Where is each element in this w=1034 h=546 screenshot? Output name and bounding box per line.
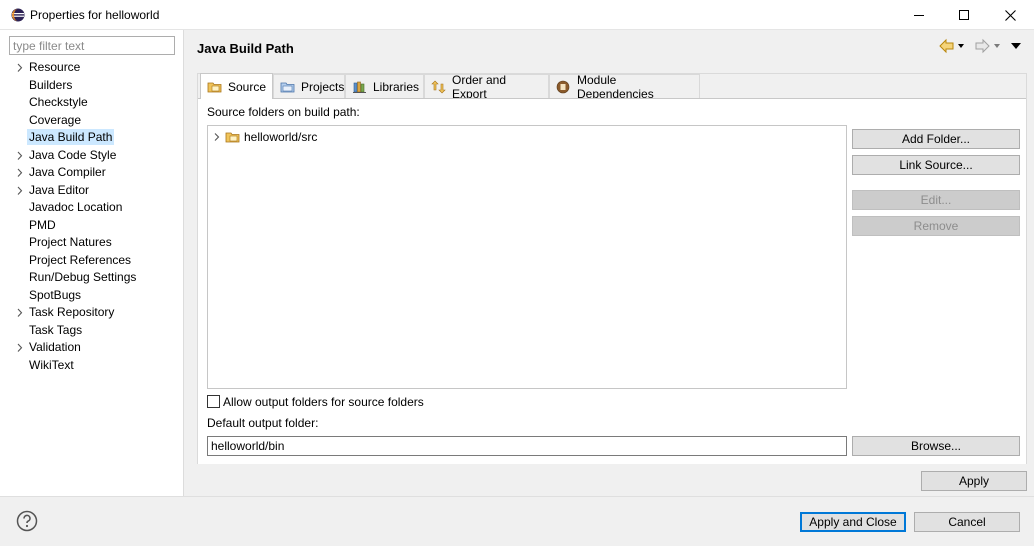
source-folder-name: helloworld/src — [244, 130, 318, 144]
allow-output-folders-checkbox[interactable] — [207, 395, 220, 408]
tab-label: Projects — [301, 79, 345, 94]
tab-module-dependencies[interactable]: Module Dependencies — [549, 72, 700, 101]
history-navigation[interactable] — [938, 38, 1024, 54]
edit-button[interactable]: Edit... — [852, 190, 1020, 210]
help-icon[interactable] — [16, 510, 38, 532]
tab-label: Source — [228, 79, 267, 94]
tree-item-label: Resource — [29, 60, 81, 74]
tree-item-label: Coverage — [29, 112, 82, 127]
chevron-right-icon[interactable] — [15, 164, 25, 182]
tree-item[interactable]: Java Build Path — [0, 129, 184, 147]
tree-item-label: Builders — [29, 77, 73, 92]
tree-item-label: WikiText — [29, 357, 74, 372]
tree-item-label: Task Repository — [29, 305, 115, 319]
source-folder-icon — [207, 82, 222, 92]
tab-projects[interactable]: Projects — [273, 74, 345, 98]
source-folder-icon — [225, 132, 240, 143]
apply-button[interactable]: Apply — [921, 471, 1027, 491]
close-icon — [1004, 9, 1016, 21]
chevron-right-icon[interactable] — [212, 132, 222, 142]
minimize-icon — [914, 15, 924, 16]
title-bar: Properties for helloworld — [0, 0, 1034, 30]
close-button[interactable] — [987, 0, 1033, 30]
maximize-icon — [959, 10, 969, 20]
tree-item[interactable]: Builders — [0, 77, 184, 95]
tree-item-label: Project Natures — [29, 235, 112, 249]
property-page: Java Build Path Source Projects Librarie… — [185, 30, 1034, 496]
tree-item-label: Run/Debug Settings — [29, 270, 137, 284]
tree-item-label: Java Build Path — [27, 129, 115, 145]
tree-item[interactable]: SpotBugs — [0, 287, 184, 305]
chevron-right-icon[interactable] — [15, 182, 25, 200]
page-title: Java Build Path — [197, 41, 294, 56]
tree-item[interactable]: Run/Debug Settings — [0, 269, 184, 287]
tree-item-label: PMD — [29, 217, 56, 232]
property-tree: Resource Builders Checkstyle Coverage Java B… — [0, 59, 184, 374]
chevron-right-icon[interactable] — [15, 147, 25, 165]
tree-item-label: Javadoc Location — [29, 200, 123, 214]
default-output-folder-label: Default output folder: — [207, 416, 319, 430]
tree-item[interactable]: Checkstyle — [0, 94, 184, 112]
allow-output-folders-label: Allow output folders for source folders — [223, 395, 424, 409]
forward-arrow-icon[interactable] — [975, 38, 1000, 54]
preference-tree-pane: Resource Builders Checkstyle Coverage Java B… — [0, 30, 184, 496]
add-folder-button[interactable]: Add Folder... — [852, 129, 1020, 149]
order-export-icon — [431, 80, 446, 93]
tree-item[interactable]: Java Compiler — [0, 164, 184, 182]
tree-item[interactable]: Java Editor — [0, 182, 184, 200]
default-output-folder-input[interactable] — [207, 436, 847, 456]
tab-order-and-export[interactable]: Order and Export — [424, 72, 549, 101]
cancel-button[interactable]: Cancel — [914, 512, 1020, 532]
back-arrow-icon[interactable] — [939, 38, 964, 54]
minimize-button[interactable] — [896, 0, 942, 30]
tree-item-label: SpotBugs — [29, 287, 82, 302]
list-item[interactable]: helloworld/src — [212, 128, 317, 146]
tab-label: Module Dependencies — [577, 72, 654, 101]
tree-item-label: Java Compiler — [29, 165, 106, 179]
dialog-button-bar: Apply and Close Cancel — [0, 496, 1034, 546]
build-path-content: Source Projects Libraries Order and Expo… — [197, 73, 1027, 464]
tree-item[interactable]: Project References — [0, 252, 184, 270]
tab-source[interactable]: Source — [200, 73, 273, 99]
tree-item[interactable]: Task Tags — [0, 322, 184, 340]
tree-item[interactable]: Validation — [0, 339, 184, 357]
tree-item[interactable]: Java Code Style — [0, 147, 184, 165]
maximize-button[interactable] — [941, 0, 987, 30]
tree-item[interactable]: Javadoc Location — [0, 199, 184, 217]
source-tab-panel: Source folders on build path: helloworld… — [198, 98, 1026, 464]
module-dependencies-icon — [556, 80, 570, 93]
libraries-icon — [353, 81, 366, 93]
tree-item[interactable]: Resource — [0, 59, 184, 77]
remove-button[interactable]: Remove — [852, 216, 1020, 236]
tree-item-label: Validation — [29, 340, 81, 354]
tab-libraries[interactable]: Libraries — [345, 74, 424, 98]
tree-item[interactable]: WikiText — [0, 357, 184, 375]
filter-input[interactable] — [9, 36, 175, 55]
tree-item-label: Java Code Style — [29, 147, 117, 162]
source-folder-list[interactable]: helloworld/src — [207, 125, 847, 389]
tree-item-label: Java Editor — [29, 182, 90, 197]
tab-label: Order and Export — [452, 72, 507, 101]
chevron-right-icon[interactable] — [15, 304, 25, 322]
apply-and-close-button[interactable]: Apply and Close — [800, 512, 906, 532]
chevron-right-icon[interactable] — [15, 59, 25, 77]
link-source-button[interactable]: Link Source... — [852, 155, 1020, 175]
window-title: Properties for helloworld — [30, 8, 160, 22]
tree-item-label: Project References — [29, 252, 132, 267]
tree-item[interactable]: PMD — [0, 217, 184, 235]
eclipse-app-icon — [11, 8, 25, 22]
projects-icon — [280, 82, 295, 92]
chevron-right-icon[interactable] — [15, 339, 25, 357]
tree-item-label: Checkstyle — [29, 95, 88, 109]
tree-item[interactable]: Project Natures — [0, 234, 184, 252]
tree-item-label: Task Tags — [29, 322, 83, 337]
tree-item[interactable]: Coverage — [0, 112, 184, 130]
tab-label: Libraries — [373, 79, 420, 94]
source-folders-label: Source folders on build path: — [207, 105, 360, 119]
tree-item[interactable]: Task Repository — [0, 304, 184, 322]
view-menu-icon[interactable] — [1011, 43, 1021, 49]
browse-button[interactable]: Browse... — [852, 436, 1020, 456]
